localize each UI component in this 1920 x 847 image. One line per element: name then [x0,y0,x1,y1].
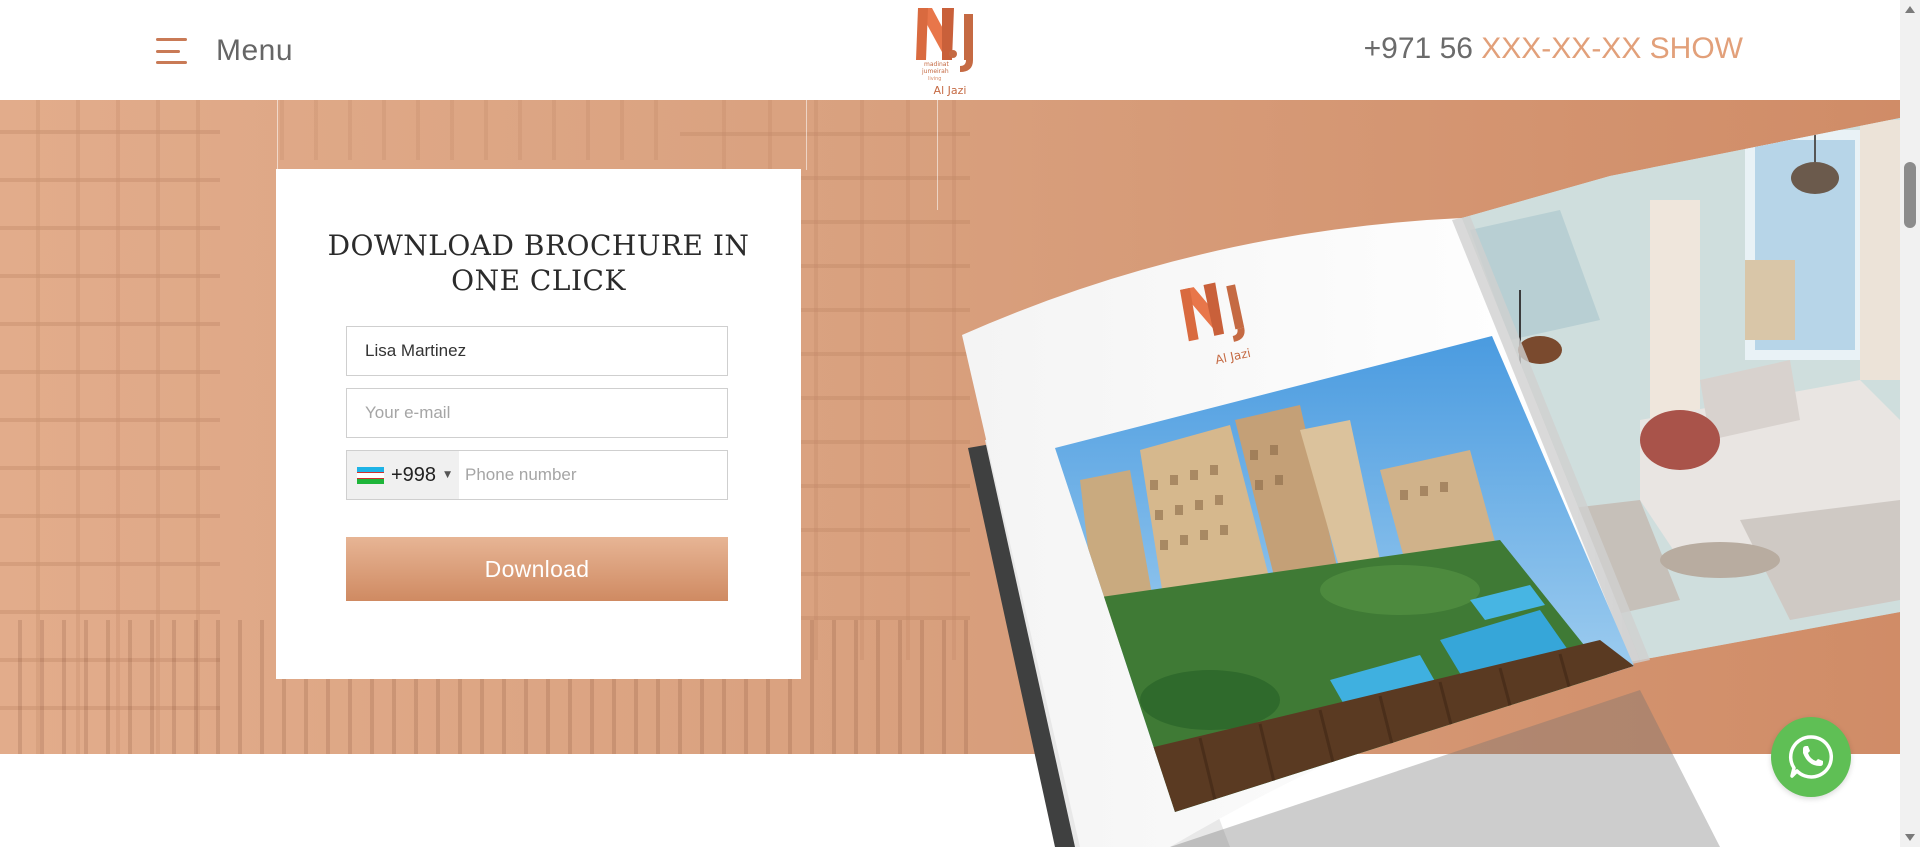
whatsapp-icon [1788,735,1834,779]
background-line [277,100,278,170]
background-building [250,100,670,160]
country-dial-code: +998 [391,463,437,486]
menu-button[interactable]: Menu [156,34,293,68]
page-scrollbar[interactable] [1900,0,1920,847]
background-line [806,100,807,170]
scroll-down-arrow-icon[interactable] [1905,834,1915,841]
svg-text:madinat: madinat [924,61,949,68]
form-title-line: ONE CLICK [451,264,626,297]
scrollbar-thumb[interactable] [1904,162,1916,228]
uzbekistan-flag-icon [357,466,384,484]
logo-mark: madinat jumeirah living [916,8,973,82]
hamburger-icon [156,38,187,64]
site-header: Menu madinat jumeirah living Al Jazi +97… [0,0,1900,100]
svg-text:jumeirah: jumeirah [921,68,949,75]
page: Menu madinat jumeirah living Al Jazi +97… [0,0,1920,847]
brochure-form: DOWNLOAD BROCHURE IN ONE CLICK +998 ▼ Do… [276,169,801,679]
phone-field-group: +998 ▼ [346,450,728,500]
country-code-select[interactable]: +998 ▼ [347,451,459,499]
menu-label: Menu [216,34,294,67]
form-title-line: DOWNLOAD BROCHURE IN [327,229,750,262]
caret-down-icon: ▼ [444,470,451,480]
background-line [937,100,938,210]
scroll-up-arrow-icon[interactable] [1905,6,1915,13]
phone-show-link[interactable]: XXX-XX-XX SHOW [1481,32,1743,65]
logo-name: Al Jazi [933,84,967,97]
download-button[interactable]: Download [346,537,728,601]
form-title: DOWNLOAD BROCHURE IN ONE CLICK [276,228,801,298]
whatsapp-chat-button[interactable] [1771,717,1851,797]
header-phone[interactable]: +971 56 XXX-XX-XX SHOW [1364,32,1743,66]
email-field[interactable] [346,388,728,438]
phone-number-input[interactable] [459,451,727,499]
site-logo[interactable]: madinat jumeirah living Al Jazi [912,4,988,98]
phone-prefix: +971 56 [1363,32,1473,65]
name-field[interactable] [346,326,728,376]
svg-text:living: living [928,76,941,82]
